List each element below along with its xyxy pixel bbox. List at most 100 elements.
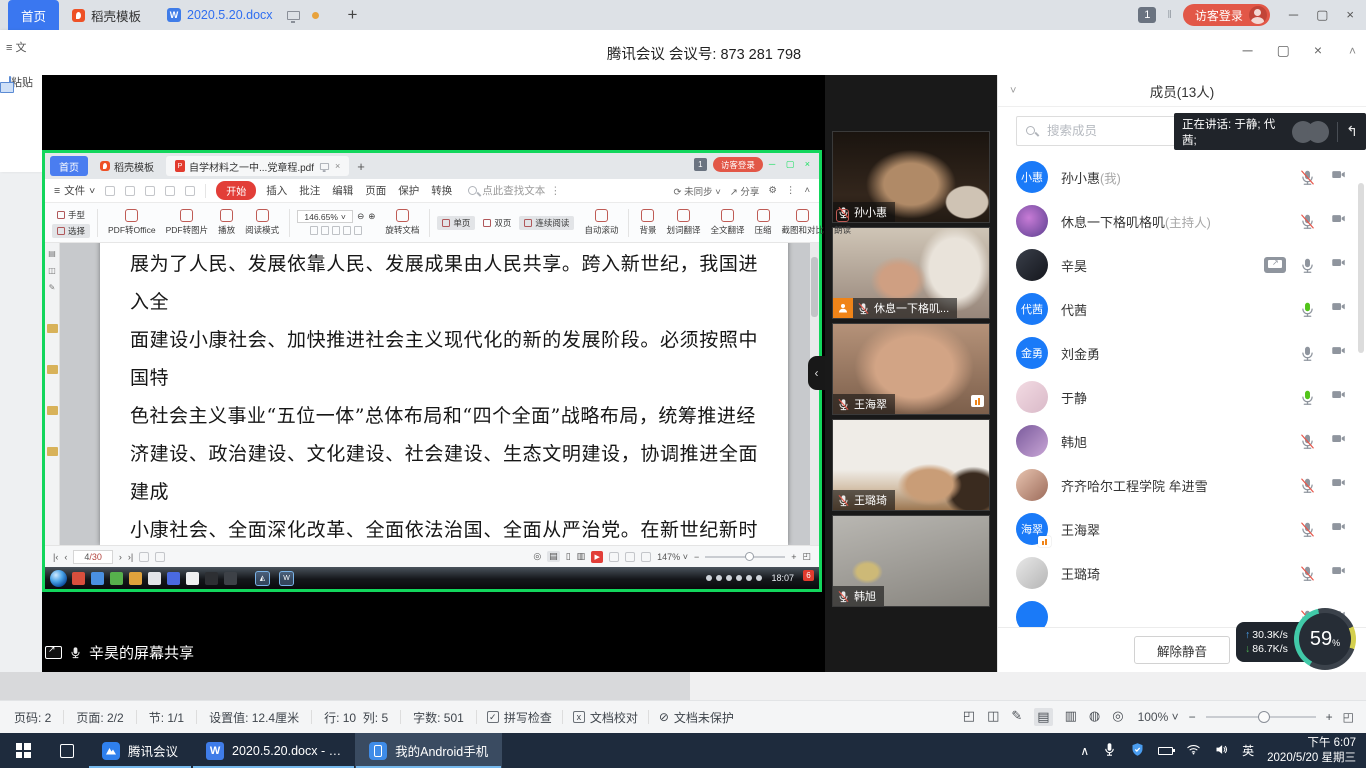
tray-icon[interactable] [706, 575, 712, 581]
view-icon[interactable]: ▤ [1034, 708, 1052, 726]
redo-icon[interactable] [185, 186, 195, 196]
shared-new-tab-button[interactable]: + [352, 159, 370, 174]
minimize-button[interactable]: ─ [1289, 7, 1298, 23]
protection-status[interactable]: ⊘文档未保护 [659, 709, 734, 726]
tray-expand-icon[interactable]: ∧ [1080, 744, 1089, 758]
video-tile[interactable]: 孙小惠 [832, 131, 990, 223]
tool-button[interactable]: 选择 [52, 224, 90, 238]
taskbar-app-icon[interactable] [129, 572, 142, 585]
taskbar-app-icon[interactable] [110, 572, 123, 585]
view-icon[interactable]: ◎ [1112, 708, 1123, 726]
pdf-scrollbar[interactable] [810, 243, 819, 545]
member-row[interactable]: 王璐琦 [998, 551, 1366, 595]
shared-tab-docer[interactable]: 稻壳模板 [91, 156, 163, 176]
zoom-percent[interactable]: 100% ˅ [1138, 710, 1179, 724]
mic-icon[interactable] [1299, 433, 1316, 450]
speaker-icon[interactable] [1214, 742, 1229, 760]
video-tile[interactable]: 王璐琦 [832, 419, 990, 511]
window-count-badge[interactable]: 1 [1138, 7, 1156, 23]
settings-gear-icon[interactable]: ⚙ [768, 185, 777, 196]
thumbnail-icon[interactable]: ◫ [48, 266, 56, 275]
status-item[interactable]: 字数: 501 [411, 709, 466, 726]
close-button[interactable]: × [1346, 7, 1354, 23]
start-button[interactable] [0, 733, 46, 768]
panel-collapse-handle[interactable]: ‹ [808, 356, 825, 390]
status-item[interactable]: 设置值: 12.4厘米 [207, 709, 301, 726]
mic-icon[interactable] [1299, 565, 1316, 582]
menu-start[interactable]: 开始 [216, 181, 256, 200]
tab-docer[interactable]: 稻壳模板 [59, 0, 154, 30]
paste-button[interactable]: 粘贴 [0, 74, 42, 90]
mic-icon[interactable] [1299, 389, 1316, 406]
camera-icon[interactable] [1329, 167, 1348, 187]
view-mode-button[interactable]: 双页 [478, 216, 516, 230]
tool-button[interactable]: 划词翻译 [663, 209, 703, 236]
menu-item[interactable]: 保护 [398, 183, 419, 198]
member-row[interactable]: 海翠 王海翠 [998, 507, 1366, 551]
taskbar-app-icon[interactable] [148, 572, 161, 585]
member-row[interactable]: 于静 [998, 375, 1366, 419]
zoom-in-icon[interactable]: ⊕ [368, 211, 375, 222]
video-tile[interactable]: 休息一下格叽... [832, 227, 990, 319]
taskbar-app-android[interactable]: 我的Android手机 [355, 733, 502, 768]
spellcheck-status[interactable]: ✓拼写检查 [487, 709, 552, 726]
taskbar-app-icon[interactable] [91, 572, 104, 585]
zoom-in-button[interactable]: + [1326, 710, 1333, 724]
unmute-button[interactable]: 解除静音 [1134, 636, 1230, 664]
tool-button[interactable]: 手型 [52, 208, 90, 222]
collapse-ribbon-icon[interactable]: ˄ [804, 185, 810, 196]
mic-icon[interactable] [1299, 213, 1316, 230]
menu-item[interactable]: 转换 [431, 183, 452, 198]
mic-icon[interactable] [1299, 257, 1316, 274]
pdf-zoom-value[interactable]: 147% ˅ [657, 552, 688, 562]
meeting-close-button[interactable]: × [1314, 42, 1322, 59]
page-indicator[interactable]: 4/30 [73, 550, 113, 564]
last-page-button[interactable]: ›| [128, 552, 133, 562]
member-row[interactable]: 辛昊 [998, 243, 1366, 287]
tray-icon[interactable] [726, 575, 732, 581]
status-item[interactable]: 行: 10 列: 5 [322, 709, 390, 726]
mic-icon[interactable] [1299, 345, 1316, 362]
taskbar-app-icon[interactable] [72, 572, 85, 585]
taskbar-app-icon[interactable] [224, 572, 237, 585]
save-icon[interactable] [125, 186, 135, 196]
camera-icon[interactable] [1329, 343, 1348, 363]
zoom-slider[interactable] [1206, 716, 1316, 718]
video-tile[interactable]: 韩旭 [832, 515, 990, 607]
zoom-out-icon[interactable]: ⊖ [357, 211, 364, 222]
tab-home[interactable]: 首页 [8, 0, 59, 30]
more-icon[interactable]: ⋮ [786, 185, 796, 196]
taskbar-app-icon[interactable] [186, 572, 199, 585]
camera-icon[interactable] [1329, 387, 1348, 407]
taskbar-app-icon[interactable] [205, 572, 218, 585]
taskbar-app-meeting[interactable]: 腾讯会议 [88, 733, 192, 768]
find-text-button[interactable]: 点此查找文本 ⋮ [468, 183, 561, 198]
camera-icon[interactable] [1329, 475, 1348, 495]
mic-icon[interactable] [1299, 169, 1316, 186]
prev-page-button[interactable]: ‹ [64, 552, 67, 562]
win7-start-orb[interactable] [50, 570, 67, 587]
tool-button[interactable]: PDF转Office [105, 209, 159, 236]
status-item[interactable]: 页码: 2 [12, 709, 53, 726]
reply-arrow-icon[interactable]: ↰ [1346, 123, 1358, 140]
battery-icon[interactable] [1158, 747, 1173, 755]
member-list[interactable]: 小惠 孙小惠 (我) 休 [998, 155, 1366, 627]
tool-button[interactable]: 背景 [636, 209, 659, 236]
win7-clock[interactable]: 18:07 [771, 573, 794, 583]
status-item[interactable]: 页面: 2/2 [74, 709, 125, 726]
view-mode-button[interactable]: 连续阅读 [519, 216, 574, 230]
zoom-out-button[interactable]: − [1189, 710, 1196, 724]
annotate-icon[interactable]: ✎ [49, 283, 56, 292]
mic-icon[interactable] [1299, 521, 1316, 538]
mic-icon[interactable] [1299, 301, 1316, 318]
rotate-doc-button[interactable]: 旋转文档 [382, 209, 422, 236]
tool-button[interactable]: PDF转图片 [163, 209, 212, 236]
fullscreen-icon[interactable]: ◰ [802, 551, 811, 562]
language-indicator[interactable]: 英 [1242, 742, 1254, 759]
tray-mic-icon[interactable] [1102, 742, 1117, 760]
tray-icon[interactable] [736, 575, 742, 581]
chevron-down-icon[interactable]: ˅ [1010, 85, 1016, 97]
taskbar-clock[interactable]: 下午 6:07 2020/5/20 星期三 [1267, 736, 1356, 765]
menu-item[interactable]: 批注 [299, 183, 320, 198]
proofread-status[interactable]: x文档校对 [573, 709, 638, 726]
